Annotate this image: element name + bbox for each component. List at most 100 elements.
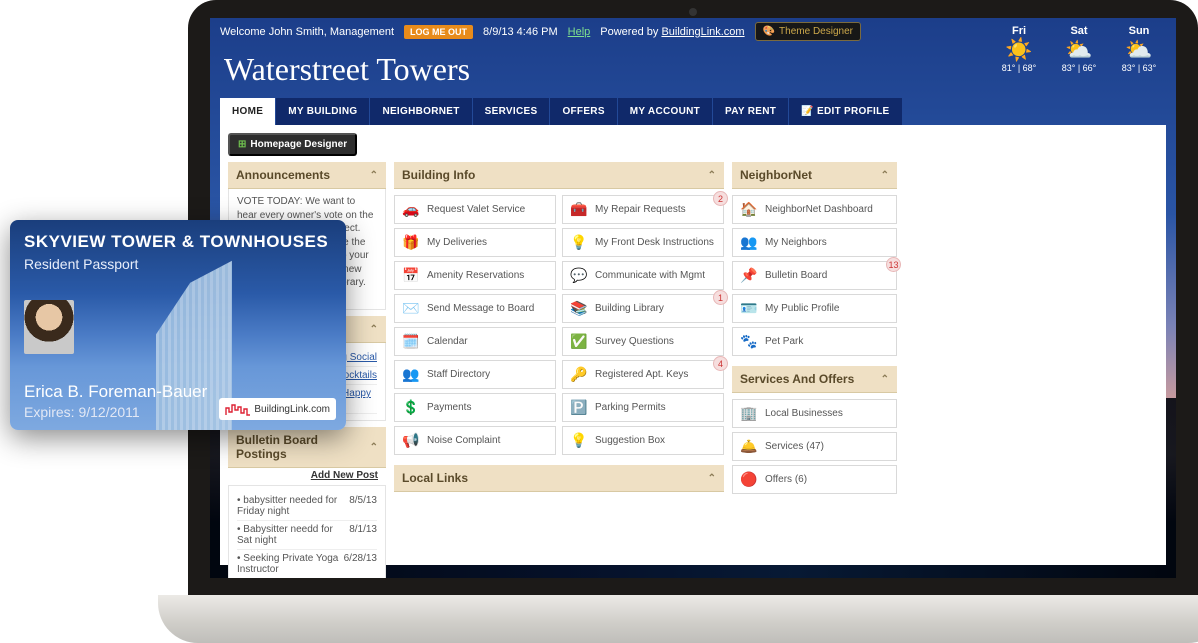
announcements-header[interactable]: Announcements — [228, 162, 386, 189]
tile-icon: 🔴 — [740, 471, 758, 488]
tab-pay-rent[interactable]: PAY RENT — [713, 98, 788, 125]
tile-my-repair-requests[interactable]: 🧰 My Repair Requests 2 — [562, 195, 724, 224]
tile-icon: 💡 — [570, 234, 588, 251]
card-header: SKYVIEW TOWER & TOWNHOUSES Resident Pass… — [10, 220, 346, 274]
add-post-link[interactable]: Add New Post — [311, 470, 378, 481]
add-post-row: Add New Post — [228, 468, 386, 485]
tile-label: My Front Desk Instructions — [595, 237, 714, 248]
tile-badge: 13 — [886, 257, 901, 272]
tile-label: Registered Apt. Keys — [595, 369, 688, 380]
theme-designer-button[interactable]: Theme Designer — [755, 22, 861, 41]
tile-icon: 👥 — [402, 366, 420, 383]
tab-offers[interactable]: OFFERS — [550, 98, 616, 125]
logout-button[interactable]: LOG ME OUT — [404, 25, 473, 39]
services-offers-header[interactable]: Services And Offers — [732, 366, 897, 393]
tile-suggestion-box[interactable]: 💡 Suggestion Box — [562, 426, 724, 455]
tab-my-account[interactable]: MY ACCOUNT — [618, 98, 712, 125]
tile-pet-park[interactable]: 🐾 Pet Park — [732, 327, 897, 356]
card-title: SKYVIEW TOWER & TOWNHOUSES — [24, 232, 332, 252]
neighbornet-list: 🏠 NeighborNet Dashboard 👥 My Neighbors 📌… — [732, 195, 897, 356]
tile-send-message-to-board[interactable]: ✉️ Send Message to Board — [394, 294, 556, 323]
tab-edit-profile[interactable]: EDIT PROFILE — [789, 98, 901, 125]
laptop-base — [158, 595, 1198, 643]
tile-badge: 2 — [713, 191, 728, 206]
tile-building-library[interactable]: 📚 Building Library 1 — [562, 294, 724, 323]
help-link[interactable]: Help — [568, 26, 591, 38]
tile-my-deliveries[interactable]: 🎁 My Deliveries — [394, 228, 556, 257]
tile-icon: 🏢 — [740, 405, 758, 422]
tile-bulletin-board[interactable]: 📌 Bulletin Board 13 — [732, 261, 897, 290]
local-links-title: Local Links — [402, 471, 468, 485]
tile-icon: 🏠 — [740, 201, 758, 218]
tile-services-47-[interactable]: 🛎️ Services (47) — [732, 432, 897, 461]
tile-local-businesses[interactable]: 🏢 Local Businesses — [732, 399, 897, 428]
avatar — [24, 300, 74, 354]
tile-label: Services (47) — [765, 441, 824, 452]
site-title: Waterstreet Towers — [210, 45, 1176, 98]
tile-icon: 🚗 — [402, 201, 420, 218]
bulletin-date: 6/28/13 — [344, 553, 377, 575]
nav-tabs: HOMEMY BUILDINGNEIGHBORNETSERVICESOFFERS… — [210, 98, 1176, 125]
powered-prefix: Powered by — [600, 26, 661, 38]
tile-label: My Repair Requests — [595, 204, 686, 215]
tile-label: Local Businesses — [765, 408, 843, 419]
tab-my-building[interactable]: MY BUILDING — [276, 98, 369, 125]
tile-label: Noise Complaint — [427, 435, 500, 446]
tile-amenity-reservations[interactable]: 📅 Amenity Reservations — [394, 261, 556, 290]
tile-label: Suggestion Box — [595, 435, 665, 446]
column-building-info: Building Info 🚗 Request Valet Service 🎁 … — [394, 162, 724, 578]
weather-day-label: Fri — [996, 25, 1042, 37]
content-panel: Homepage Designer Announcements VOTE TOD… — [220, 125, 1166, 565]
screen: Welcome John Smith, Management LOG ME OU… — [210, 18, 1176, 578]
homepage-designer-button[interactable]: Homepage Designer — [228, 133, 357, 156]
camera-icon — [689, 8, 697, 16]
announcements-title: Announcements — [236, 168, 330, 182]
tile-my-neighbors[interactable]: 👥 My Neighbors — [732, 228, 897, 257]
tile-registered-apt-keys[interactable]: 🔑 Registered Apt. Keys 4 — [562, 360, 724, 389]
tile-request-valet-service[interactable]: 🚗 Request Valet Service — [394, 195, 556, 224]
tile-label: My Deliveries — [427, 237, 487, 248]
tile-offers-6-[interactable]: 🔴 Offers (6) — [732, 465, 897, 494]
tab-services[interactable]: SERVICES — [473, 98, 550, 125]
bulletin-header[interactable]: Bulletin Board Postings — [228, 427, 386, 468]
tile-noise-complaint[interactable]: 📢 Noise Complaint — [394, 426, 556, 455]
card-brand-label: BuildingLink.com — [254, 404, 330, 415]
building-info-right: 🧰 My Repair Requests 2 💡 My Front Desk In… — [562, 195, 724, 455]
tile-icon: 📚 — [570, 300, 588, 317]
tile-label: Pet Park — [765, 336, 803, 347]
resident-passport-card: SKYVIEW TOWER & TOWNHOUSES Resident Pass… — [10, 220, 346, 430]
tile-label: NeighborNet Dashboard — [765, 204, 873, 215]
tile-communicate-with-mgmt[interactable]: 💬 Communicate with Mgmt — [562, 261, 724, 290]
tile-survey-questions[interactable]: ✅ Survey Questions — [562, 327, 724, 356]
tile-my-front-desk-instructions[interactable]: 💡 My Front Desk Instructions — [562, 228, 724, 257]
services-offers-list: 🏢 Local Businesses 🛎️ Services (47) 🔴 Of… — [732, 399, 897, 494]
powered-link[interactable]: BuildingLink.com — [661, 26, 744, 38]
bulletin-date: 8/1/13 — [349, 524, 377, 546]
building-info-header[interactable]: Building Info — [394, 162, 724, 189]
card-brand: BuildingLink.com — [219, 398, 336, 420]
bulletin-item[interactable]: • Babysitter needd for Sat night8/1/13 — [237, 521, 377, 550]
tile-staff-directory[interactable]: 👥 Staff Directory — [394, 360, 556, 389]
datetime-text: 8/9/13 4:46 PM — [483, 26, 558, 38]
bulletin-label: • babysitter needed for Friday night — [237, 495, 349, 517]
neighbornet-header[interactable]: NeighborNet — [732, 162, 897, 189]
tile-icon: 💲 — [402, 399, 420, 416]
tile-label: Amenity Reservations — [427, 270, 524, 281]
local-links-header[interactable]: Local Links — [394, 465, 724, 492]
tab-home[interactable]: HOME — [220, 98, 275, 125]
tile-label: Parking Permits — [595, 402, 666, 413]
tile-parking-permits[interactable]: 🅿️ Parking Permits — [562, 393, 724, 422]
theme-designer-label: Theme Designer — [779, 26, 853, 37]
building-info-left: 🚗 Request Valet Service 🎁 My Deliveries … — [394, 195, 556, 455]
tile-payments[interactable]: 💲 Payments — [394, 393, 556, 422]
bulletin-item[interactable]: • babysitter needed for Friday night8/5/… — [237, 492, 377, 521]
tile-icon: 📢 — [402, 432, 420, 449]
tile-calendar[interactable]: 🗓️ Calendar — [394, 327, 556, 356]
tab-neighbornet[interactable]: NEIGHBORNET — [370, 98, 471, 125]
tile-icon: 🗓️ — [402, 333, 420, 350]
tile-icon: 🅿️ — [570, 399, 588, 416]
bulletin-item[interactable]: • Seeking Private Yoga Instructor6/28/13 — [237, 550, 377, 578]
tile-my-public-profile[interactable]: 🪪 My Public Profile — [732, 294, 897, 323]
tile-neighbornet-dashboard[interactable]: 🏠 NeighborNet Dashboard — [732, 195, 897, 224]
tile-badge: 4 — [713, 356, 728, 371]
